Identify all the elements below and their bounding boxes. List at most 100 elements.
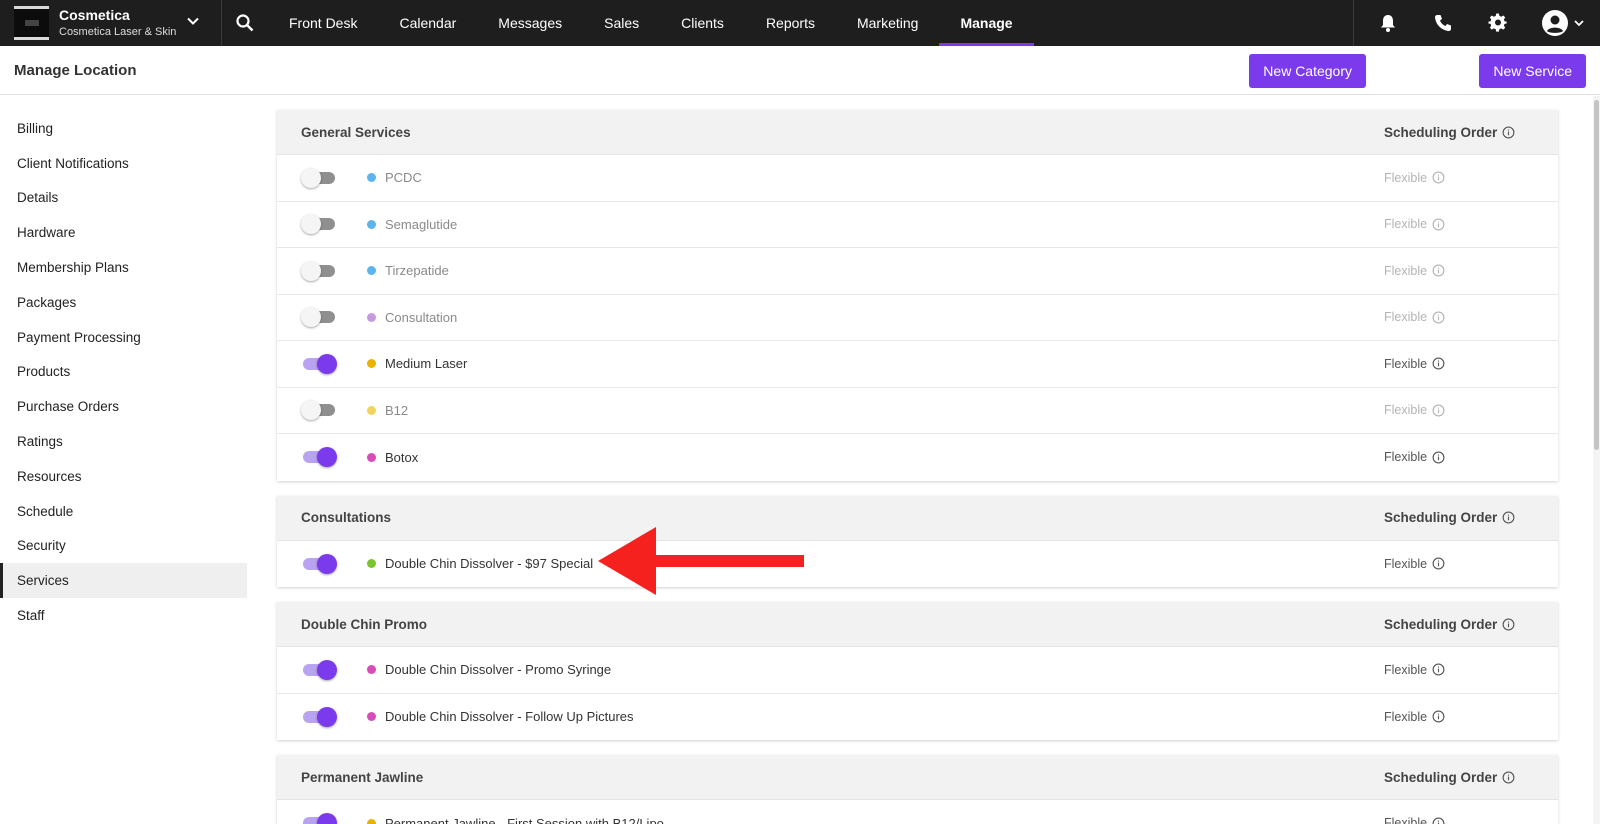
service-row[interactable]: B12 Flexible <box>277 388 1558 434</box>
sidebar-item-security[interactable]: Security <box>0 529 247 564</box>
scrollbar-thumb[interactable] <box>1594 100 1599 450</box>
service-enabled-toggle[interactable] <box>301 553 337 574</box>
info-icon[interactable] <box>1432 357 1445 370</box>
info-icon[interactable] <box>1432 218 1445 231</box>
info-icon[interactable] <box>1432 264 1445 277</box>
service-enabled-toggle[interactable] <box>301 260 337 281</box>
service-name[interactable]: Medium Laser <box>385 356 467 371</box>
service-name[interactable]: Consultation <box>385 310 457 325</box>
scheduling-value: Flexible <box>1384 450 1445 464</box>
nav-tab-reports[interactable]: Reports <box>745 0 836 46</box>
scheduling-order-header: Scheduling Order <box>1384 510 1515 525</box>
service-row[interactable]: Tirzepatide Flexible <box>277 248 1558 295</box>
service-name[interactable]: Botox <box>385 450 418 465</box>
info-icon[interactable] <box>1432 710 1445 723</box>
sidebar-item-purchase-orders[interactable]: Purchase Orders <box>0 389 247 424</box>
brand-text: Cosmetica Cosmetica Laser & Skin <box>59 7 176 37</box>
info-icon[interactable] <box>1432 451 1445 464</box>
new-service-button[interactable]: New Service <box>1479 54 1586 88</box>
service-color-dot <box>367 219 376 229</box>
nav-tab-front-desk[interactable]: Front Desk <box>268 0 378 46</box>
search-icon <box>236 14 254 32</box>
service-color-dot <box>367 312 376 322</box>
service-name[interactable]: B12 <box>385 403 408 418</box>
nav-tab-calendar[interactable]: Calendar <box>378 0 477 46</box>
nav-tab-messages[interactable]: Messages <box>477 0 583 46</box>
toggle-knob <box>317 813 337 824</box>
scheduling-value: Flexible <box>1384 557 1445 571</box>
sidebar-item-details[interactable]: Details <box>0 181 247 216</box>
sidebar-item-hardware[interactable]: Hardware <box>0 215 247 250</box>
user-menu[interactable] <box>1525 0 1600 46</box>
sidebar-item-staff[interactable]: Staff <box>0 598 247 633</box>
sidebar-item-schedule[interactable]: Schedule <box>0 494 247 529</box>
sidebar-item-resources[interactable]: Resources <box>0 459 247 494</box>
info-icon[interactable] <box>1502 618 1515 631</box>
service-name[interactable]: Double Chin Dissolver - $97 Special <box>385 556 593 571</box>
new-category-button[interactable]: New Category <box>1249 54 1366 88</box>
service-name[interactable]: Tirzepatide <box>385 263 449 278</box>
service-enabled-toggle[interactable] <box>301 447 337 468</box>
sidebar-item-membership-plans[interactable]: Membership Plans <box>0 250 247 285</box>
info-icon[interactable] <box>1432 171 1445 184</box>
sidebar-item-payment-processing[interactable]: Payment Processing <box>0 320 247 355</box>
service-row[interactable]: Double Chin Dissolver - $97 Special Flexi… <box>277 541 1558 588</box>
settings-button[interactable] <box>1470 0 1525 46</box>
service-name[interactable]: Double Chin Dissolver - Follow Up Pictur… <box>385 709 634 724</box>
category-card: Consultations Scheduling Order Double Chin… <box>277 495 1558 588</box>
sidebar-item-products[interactable]: Products <box>0 355 247 390</box>
service-row[interactable]: Botox Flexible <box>277 434 1558 481</box>
nav-tab-manage[interactable]: Manage <box>939 0 1034 46</box>
service-row[interactable]: Semaglutide Flexible <box>277 202 1558 248</box>
scheduling-value: Flexible <box>1384 264 1445 278</box>
services-list: General Services Scheduling Order PCDC Flex… <box>277 110 1558 824</box>
service-enabled-toggle[interactable] <box>301 659 337 680</box>
service-enabled-toggle[interactable] <box>301 813 337 824</box>
nav-tab-marketing[interactable]: Marketing <box>836 0 939 46</box>
service-name[interactable]: Semaglutide <box>385 217 457 232</box>
nav-tabs: Front Desk Calendar Messages Sales Clients Re… <box>268 0 1034 46</box>
service-enabled-toggle[interactable] <box>301 214 337 235</box>
service-enabled-toggle[interactable] <box>301 706 337 727</box>
service-enabled-toggle[interactable] <box>301 307 337 328</box>
sidebar-item-ratings[interactable]: Ratings <box>0 424 247 459</box>
sidebar-item-client-notifications[interactable]: Client Notifications <box>0 146 247 181</box>
sidebar-item-billing[interactable]: Billing <box>0 111 247 146</box>
phone-button[interactable] <box>1415 0 1470 46</box>
scheduling-order-label: Scheduling Order <box>1384 124 1498 140</box>
chevron-down-icon <box>1573 20 1584 27</box>
info-icon[interactable] <box>1432 557 1445 570</box>
service-row[interactable]: Double Chin Dissolver - Promo Syringe Fle… <box>277 647 1558 694</box>
category-title: Consultations <box>301 510 391 525</box>
chevron-down-icon[interactable] <box>185 13 201 29</box>
service-name[interactable]: Permanent Jawline - First Session with B… <box>385 816 664 824</box>
service-enabled-toggle[interactable] <box>301 167 337 188</box>
nav-tab-clients[interactable]: Clients <box>660 0 745 46</box>
info-icon[interactable] <box>1502 771 1515 784</box>
toggle-knob <box>301 400 321 421</box>
service-name[interactable]: Double Chin Dissolver - Promo Syringe <box>385 662 611 677</box>
search-button[interactable] <box>222 0 268 46</box>
service-enabled-toggle[interactable] <box>301 400 337 421</box>
service-row[interactable]: PCDC Flexible <box>277 155 1558 202</box>
info-icon[interactable] <box>1432 311 1445 324</box>
info-icon[interactable] <box>1502 126 1515 139</box>
page-scrollbar[interactable] <box>1593 96 1600 824</box>
service-row[interactable]: Consultation Flexible <box>277 295 1558 341</box>
sidebar-item-services[interactable]: Services <box>0 563 247 599</box>
sidebar-item-packages[interactable]: Packages <box>0 285 247 320</box>
service-enabled-toggle[interactable] <box>301 353 337 374</box>
info-icon[interactable] <box>1502 511 1515 524</box>
service-color-dot <box>367 405 376 415</box>
service-row[interactable]: Medium Laser Flexible <box>277 341 1558 388</box>
service-name[interactable]: PCDC <box>385 170 422 185</box>
service-color-dot <box>367 712 376 722</box>
service-row[interactable]: Double Chin Dissolver - Follow Up Pictur… <box>277 694 1558 741</box>
notifications-button[interactable] <box>1360 0 1415 46</box>
info-icon[interactable] <box>1432 663 1445 676</box>
info-icon[interactable] <box>1432 404 1445 417</box>
nav-tab-sales[interactable]: Sales <box>583 0 660 46</box>
location-switcher[interactable]: Cosmetica Cosmetica Laser & Skin <box>0 0 222 46</box>
info-icon[interactable] <box>1432 817 1445 824</box>
service-row[interactable]: Permanent Jawline - First Session with B… <box>277 800 1558 824</box>
